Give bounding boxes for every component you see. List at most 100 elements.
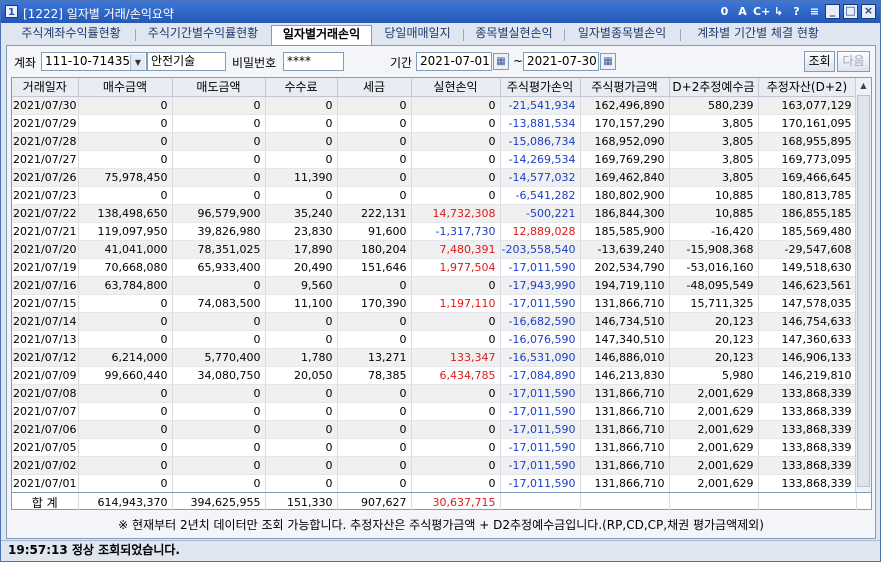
account-select[interactable]: 111-10-714354 ▼ xyxy=(41,52,147,71)
pnl-table: 거래일자 매수금액 매도금액 수수료 세금 실현손익 주식평가손익 주식평가금액 D+2추정예수… xyxy=(12,78,857,493)
table-row[interactable]: 2021/07/16 63,784,800 0 9,560 0 0 -17,943,990 1… xyxy=(12,276,857,295)
tab-bar: 주식계좌수익률현황 주식기간별수익률현황 일자별거래손익 당일매매일지 종목별실… xyxy=(7,25,876,46)
password-field[interactable]: **** xyxy=(283,52,344,71)
calendar-icon[interactable]: ▦ xyxy=(600,53,616,70)
column-header[interactable]: 수수료 xyxy=(265,78,338,97)
table-cell: 0 xyxy=(172,456,266,475)
table-cell: 2021/07/01 xyxy=(12,474,79,493)
tab-period-return[interactable]: 주식기간별수익률현황 xyxy=(138,25,268,44)
tab-daily-stock-pnl[interactable]: 일자별종목별손익 xyxy=(567,25,677,44)
data-grid[interactable]: 거래일자 매수금액 매도금액 수수료 세금 실현손익 주식평가손익 주식평가금액 D+2추정예수… xyxy=(11,77,872,507)
table-cell: 2021/07/26 xyxy=(12,168,79,187)
table-row[interactable]: 2021/07/13 0 0 0 0 0 -16,076,590 147,340,510 20,… xyxy=(12,330,857,349)
table-cell: 2021/07/21 xyxy=(12,222,79,241)
tab-divider xyxy=(680,29,681,41)
table-cell: 2021/07/20 xyxy=(12,240,79,259)
table-row[interactable]: 2021/07/01 0 0 0 0 0 -17,011,590 131,866,710 2,0… xyxy=(12,474,857,493)
next-button[interactable]: 다음 xyxy=(837,51,870,72)
table-row[interactable]: 2021/07/02 0 0 0 0 0 -17,011,590 131,866,710 2,0… xyxy=(12,456,857,475)
table-cell: 2021/07/23 xyxy=(12,186,79,205)
scroll-up-icon[interactable]: ▲ xyxy=(856,78,871,94)
table-row[interactable]: 2021/07/05 0 0 0 0 0 -17,011,590 131,866,710 2,0… xyxy=(12,438,857,457)
column-header[interactable]: 매수금액 xyxy=(78,78,173,97)
table-cell: -17,943,990 xyxy=(500,276,581,295)
tab-daily-journal[interactable]: 당일매매일지 xyxy=(375,25,460,44)
table-cell: 5,770,400 xyxy=(172,348,266,367)
table-row[interactable]: 2021/07/26 75,978,450 0 11,390 0 0 -14,577,032… xyxy=(12,168,857,187)
column-header[interactable]: D+2추정예수금 xyxy=(669,78,759,97)
table-row[interactable]: 2021/07/20 41,041,000 78,351,025 17,890 180,… xyxy=(12,240,857,259)
column-header[interactable]: 주식평가금액 xyxy=(580,78,670,97)
table-cell: 146,213,830 xyxy=(580,366,670,385)
table-row[interactable]: 2021/07/28 0 0 0 0 0 -15,086,734 168,952,090 3,8… xyxy=(12,132,857,151)
table-cell: 133,868,339 xyxy=(758,402,857,421)
calendar-icon[interactable]: ▦ xyxy=(493,53,509,70)
column-header[interactable]: 추정자산(D+2) xyxy=(758,78,857,97)
table-cell: 169,769,290 xyxy=(580,150,670,169)
table-cell: 3,805 xyxy=(669,168,759,187)
table-row[interactable]: 2021/07/09 99,660,440 34,080,750 20,050 78,3… xyxy=(12,366,857,385)
table-row[interactable]: 2021/07/14 0 0 0 0 0 -16,682,590 146,734,510 20,… xyxy=(12,312,857,331)
table-cell: 0 xyxy=(172,114,266,133)
tab-stock-realized[interactable]: 종목별실현손익 xyxy=(466,25,562,44)
link-icon[interactable]: C+ xyxy=(753,4,770,19)
table-cell: 2021/07/22 xyxy=(12,204,79,223)
column-header[interactable]: 실현손익 xyxy=(411,78,501,97)
tab-execution-status[interactable]: 계좌별 기간별 체결 현황 xyxy=(683,25,833,44)
table-row[interactable]: 2021/07/30 0 0 0 0 0 -21,541,934 162,496,890 580… xyxy=(12,96,857,115)
date-from-field[interactable]: 2021-07-01 xyxy=(416,52,492,71)
column-header[interactable]: 주식평가손익 xyxy=(500,78,581,97)
table-cell: 12,889,028 xyxy=(500,222,581,241)
table-cell: 2021/07/15 xyxy=(12,294,79,313)
zero-icon[interactable]: 0 xyxy=(717,4,732,19)
jump-icon[interactable]: ↳ xyxy=(771,4,786,19)
tab-account-return[interactable]: 주식계좌수익률현황 xyxy=(9,25,133,44)
table-cell: 63,784,800 xyxy=(78,276,173,295)
table-cell: 2021/07/08 xyxy=(12,384,79,403)
table-cell: 202,534,790 xyxy=(580,258,670,277)
table-cell: -29,547,608 xyxy=(758,240,857,259)
table-cell: 2021/07/05 xyxy=(12,438,79,457)
table-cell: 2021/07/16 xyxy=(12,276,79,295)
date-to-field[interactable]: 2021-07-30 xyxy=(523,52,599,71)
table-cell: 149,518,630 xyxy=(758,258,857,277)
table-row[interactable]: 2021/07/29 0 0 0 0 0 -13,881,534 170,157,290 3,8… xyxy=(12,114,857,133)
table-cell: 0 xyxy=(411,132,501,151)
vertical-scrollbar[interactable]: ▲ ▼ xyxy=(855,78,871,506)
table-cell: 2021/07/13 xyxy=(12,330,79,349)
table-row[interactable]: 2021/07/15 0 74,083,500 11,100 170,390 1,197,… xyxy=(12,294,857,313)
table-row[interactable]: 2021/07/06 0 0 0 0 0 -17,011,590 131,866,710 2,0… xyxy=(12,420,857,439)
table-row[interactable]: 2021/07/23 0 0 0 0 0 -6,541,282 180,802,900 10,8… xyxy=(12,186,857,205)
table-cell: 169,466,645 xyxy=(758,168,857,187)
column-header[interactable]: 거래일자 xyxy=(12,78,79,97)
table-cell: 146,623,561 xyxy=(758,276,857,295)
table-cell: 0 xyxy=(337,276,412,295)
chevron-down-icon[interactable]: ▼ xyxy=(130,54,145,70)
close-icon[interactable]: × xyxy=(861,4,876,19)
table-cell: 138,498,650 xyxy=(78,204,173,223)
table-cell: -53,016,160 xyxy=(669,258,759,277)
table-row[interactable]: 2021/07/22 138,498,650 96,579,900 35,240 222… xyxy=(12,204,857,223)
scrollbar-thumb[interactable] xyxy=(857,95,870,487)
column-header[interactable]: 세금 xyxy=(337,78,412,97)
table-row[interactable]: 2021/07/08 0 0 0 0 0 -17,011,590 131,866,710 2,0… xyxy=(12,384,857,403)
font-size-icon[interactable]: A xyxy=(735,4,750,19)
table-cell: -16,420 xyxy=(669,222,759,241)
totals-cell: 614,943,370 xyxy=(78,493,173,511)
tab-daily-pnl[interactable]: 일자별거래손익 xyxy=(271,25,372,46)
search-button[interactable]: 조회 xyxy=(804,51,835,72)
table-row[interactable]: 2021/07/19 70,668,080 65,933,400 20,490 151,… xyxy=(12,258,857,277)
table-cell: 170,157,290 xyxy=(580,114,670,133)
help-icon[interactable]: ? xyxy=(789,4,804,19)
minimize-icon[interactable]: _ xyxy=(825,4,840,19)
column-header[interactable]: 매도금액 xyxy=(172,78,266,97)
table-row[interactable]: 2021/07/27 0 0 0 0 0 -14,269,534 169,769,290 3,8… xyxy=(12,150,857,169)
table-cell: 146,754,633 xyxy=(758,312,857,331)
table-cell: 133,868,339 xyxy=(758,384,857,403)
table-row[interactable]: 2021/07/07 0 0 0 0 0 -17,011,590 131,866,710 2,0… xyxy=(12,402,857,421)
table-cell: 162,496,890 xyxy=(580,96,670,115)
table-row[interactable]: 2021/07/12 6,214,000 5,770,400 1,780 13,271 1… xyxy=(12,348,857,367)
table-row[interactable]: 2021/07/21 119,097,950 39,826,980 23,830 91,… xyxy=(12,222,857,241)
maximize-icon[interactable]: □ xyxy=(843,4,858,19)
menu-icon[interactable]: ≡ xyxy=(807,4,822,19)
